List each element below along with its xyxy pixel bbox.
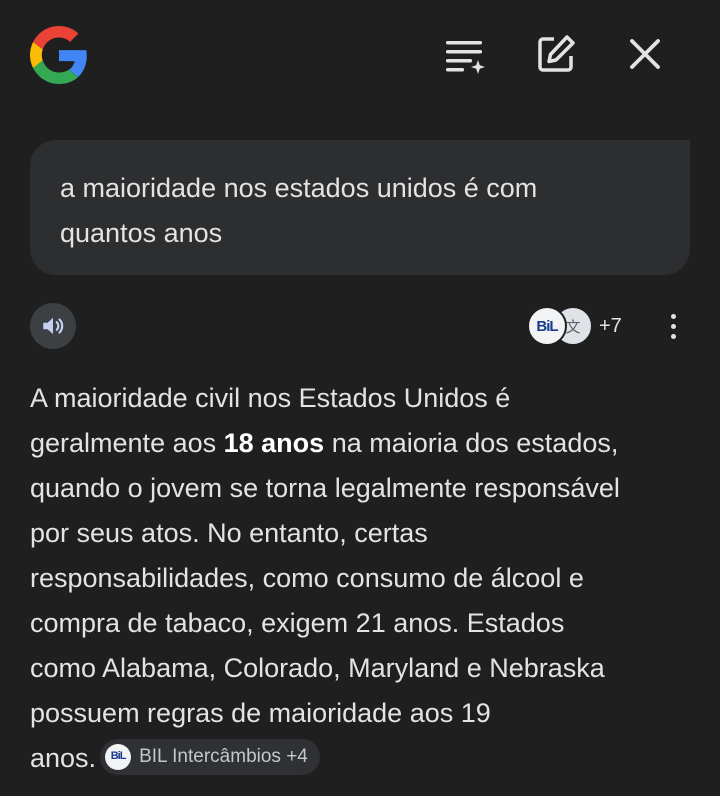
answer-line: como Alabama, Colorado, Maryland e Nebra… (30, 653, 605, 683)
more-vert-icon[interactable] (656, 305, 690, 347)
volume-icon[interactable] (30, 303, 76, 349)
answer-line: possuem regras de maioridade aos 19 (30, 698, 491, 728)
answer-line: compra de tabaco, exigem 21 anos. Estado… (30, 608, 565, 638)
top-bar (0, 0, 720, 110)
user-query-bubble: a maioridade nos estados unidos é com qu… (30, 140, 690, 275)
answer-text: A maioridade civil nos Estados Unidos é … (30, 376, 702, 781)
answer-line: A maioridade civil nos Estados Unidos é (30, 383, 511, 413)
sources-count: +7 (599, 314, 622, 337)
activity-icon[interactable] (440, 30, 488, 78)
sources-button[interactable]: BiL 文 +7 (527, 306, 622, 346)
new-chat-icon[interactable] (532, 30, 580, 78)
answer-line: anos. BiL BIL Intercâmbios +4 (30, 736, 702, 781)
answer-line: responsabilidades, como consumo de álcoo… (30, 563, 584, 593)
answer-line: quando o jovem se torna legalmente respo… (30, 473, 620, 503)
source-avatar-bil: BiL (527, 306, 567, 346)
answer-line: por seus atos. No entanto, certas (30, 518, 428, 548)
answer-highlight: 18 anos (223, 428, 325, 458)
google-g-icon (30, 26, 88, 84)
close-icon[interactable] (621, 30, 669, 78)
query-line-2: quantos anos (60, 218, 223, 248)
query-line-1: a maioridade nos estados unidos é com (60, 173, 538, 203)
source-chip-avatar: BiL (105, 743, 132, 770)
source-chip-label: BIL Intercâmbios +4 (139, 745, 308, 767)
source-chip[interactable]: BiL BIL Intercâmbios +4 (100, 738, 320, 775)
answer-line: geralmente aos 18 anos na maioria dos es… (30, 428, 619, 458)
